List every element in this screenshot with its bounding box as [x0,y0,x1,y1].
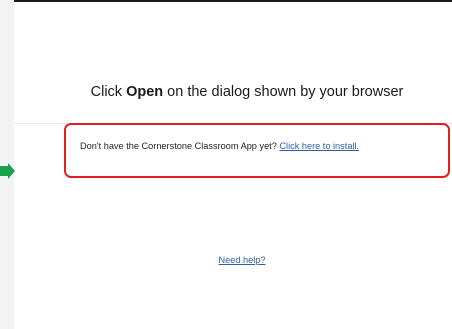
help-section: Need help? [14,255,452,265]
install-highlight-box [64,123,450,178]
instruction-suffix: on the dialog shown by your browser [163,84,404,100]
arrow-right-icon [0,163,15,179]
instruction-open-label: Open [126,84,164,100]
need-help-link[interactable]: Need help? [219,255,266,265]
instruction-prefix: Click [90,84,127,100]
page-instruction: Click Open on the dialog shown by your b… [14,84,452,100]
screenshot-stage: Click Open on the dialog shown by your b… [0,0,452,329]
